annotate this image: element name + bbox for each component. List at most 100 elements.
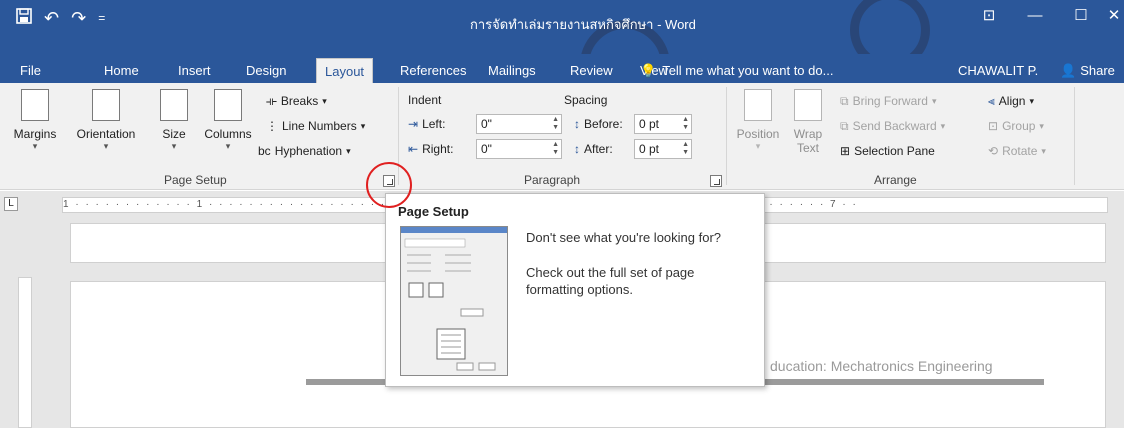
- tooltip-line-2: Check out the full set of page formattin…: [526, 265, 695, 297]
- selection-pane-button[interactable]: ⊞ Selection Pane: [840, 143, 935, 159]
- person-icon: 👤: [1060, 63, 1077, 78]
- indent-left-icon: ⇥: [408, 117, 419, 131]
- chevron-down-icon: ▾: [940, 121, 946, 131]
- save-icon[interactable]: [16, 6, 32, 30]
- share-button[interactable]: 👤 Share: [1060, 58, 1115, 83]
- tab-insert[interactable]: Insert: [170, 58, 219, 83]
- group-icon: ⊡: [988, 119, 999, 133]
- indent-left-input[interactable]: 0" ▲ ▼: [476, 114, 562, 134]
- arrange-group-label: Arrange: [874, 173, 917, 187]
- position-button[interactable]: Position ▾: [732, 89, 784, 152]
- bring-forward-button[interactable]: ⧉ Bring Forward ▾: [840, 93, 936, 109]
- maximize-icon[interactable]: ☐: [1058, 4, 1104, 28]
- columns-button[interactable]: Columns ▾: [198, 89, 258, 152]
- send-backward-label: Send Backward: [852, 119, 937, 133]
- indent-right-input[interactable]: 0" ▲ ▼: [476, 139, 562, 159]
- indent-left-label: ⇥ Left:: [408, 116, 445, 132]
- customize-qat-icon[interactable]: =: [98, 6, 105, 30]
- spacing-before-text: Before:: [584, 117, 623, 131]
- group-button[interactable]: ⊡ Group ▾: [988, 118, 1044, 134]
- columns-icon: [214, 89, 242, 121]
- orientation-label: Orientation: [76, 127, 136, 141]
- position-icon: [744, 89, 772, 121]
- tab-home[interactable]: Home: [96, 58, 147, 83]
- paragraph-dialog-launcher[interactable]: [710, 175, 722, 187]
- chevron-down-icon: ▾: [225, 141, 231, 151]
- spacing-label: Spacing: [564, 93, 608, 107]
- quick-access-toolbar: ↶ ↷ =: [16, 6, 105, 30]
- indent-right-label: ⇤ Right:: [408, 141, 453, 157]
- tab-review[interactable]: Review: [562, 58, 621, 83]
- bring-forward-label: Bring Forward: [852, 94, 928, 108]
- title-bar: ↶ ↷ = การจัดทำเล่มรายงานสหกิจศึกษา - Wor…: [0, 0, 1124, 110]
- spacing-after-label: ↕ After:: [574, 141, 613, 157]
- spacing-after-value: 0 pt: [639, 142, 660, 156]
- spacing-after-input[interactable]: 0 pt ▲ ▼: [634, 139, 692, 159]
- tooltip-line-1: Don't see what you're looking for?: [526, 230, 722, 245]
- spinner-arrows-icon[interactable]: ▲ ▼: [682, 116, 689, 132]
- size-label: Size: [162, 127, 186, 141]
- rotate-button[interactable]: ⟲ Rotate ▾: [988, 143, 1046, 159]
- window-controls: ⊡ — ☐ ✕: [966, 4, 1124, 28]
- indent-left-text: Left:: [422, 117, 446, 131]
- breaks-button[interactable]: ⟛ Breaks ▾: [266, 93, 327, 109]
- size-icon: [160, 89, 188, 121]
- size-button[interactable]: Size ▾: [152, 89, 196, 152]
- breaks-label: Breaks: [280, 94, 319, 108]
- minimize-icon[interactable]: —: [1012, 4, 1058, 28]
- indent-label: Indent: [408, 93, 442, 107]
- share-label: Share: [1080, 63, 1115, 78]
- hyphenation-button[interactable]: bc Hyphenation ▾: [258, 143, 351, 159]
- tell-me-box[interactable]: 💡 Tell me what you want to do...: [640, 58, 833, 83]
- breaks-icon: ⟛: [266, 94, 277, 108]
- chevron-down-icon: ▾: [32, 141, 38, 151]
- spacing-after-icon: ↕: [574, 142, 580, 156]
- orientation-icon: [92, 89, 120, 121]
- spacing-before-icon: ↕: [574, 117, 580, 131]
- spacing-before-input[interactable]: 0 pt ▲ ▼: [634, 114, 692, 134]
- chevron-down-icon: ▾: [360, 121, 366, 131]
- tab-file[interactable]: File: [12, 58, 49, 83]
- document-title: การจัดทำเล่มรายงานสหกิจศึกษา - Word: [470, 17, 696, 32]
- chevron-down-icon: ▾: [346, 146, 351, 156]
- page-setup-tooltip: Page Setup Don't see what you're looking…: [385, 193, 765, 387]
- undo-icon[interactable]: ↶: [44, 6, 59, 30]
- tab-design[interactable]: Design: [238, 58, 294, 83]
- document-footer-text: ducation: Mechatronics Engineering: [770, 358, 993, 374]
- tab-mailings[interactable]: Mailings: [480, 58, 544, 83]
- close-icon[interactable]: ✕: [1104, 4, 1124, 28]
- highlight-circle: [366, 162, 412, 208]
- spinner-arrows-icon[interactable]: ▲ ▼: [552, 116, 559, 132]
- chevron-down-icon: ▾: [931, 96, 937, 106]
- paragraph-group-label: Paragraph: [524, 173, 581, 187]
- ribbon-display-options-icon[interactable]: ⊡: [966, 4, 1012, 28]
- orientation-button[interactable]: Orientation ▾: [62, 89, 150, 152]
- spinner-arrows-icon[interactable]: ▲ ▼: [682, 141, 689, 157]
- spacing-before-label: ↕ Before:: [574, 116, 623, 132]
- lightbulb-icon: 💡: [640, 63, 657, 78]
- indent-left-value: 0": [481, 117, 492, 131]
- spinner-arrows-icon[interactable]: ▲ ▼: [552, 141, 559, 157]
- selection-pane-icon: ⊞: [840, 144, 851, 158]
- tab-selector[interactable]: L: [4, 197, 18, 211]
- columns-label: Columns: [204, 127, 252, 141]
- spacing-before-value: 0 pt: [639, 117, 660, 131]
- align-button[interactable]: ⫷ Align ▾: [988, 93, 1034, 109]
- tab-layout[interactable]: Layout: [316, 58, 374, 83]
- ribbon-tabs: File Home Insert Design Layout Reference…: [0, 54, 1124, 83]
- user-account[interactable]: CHAWALIT P.: [958, 58, 1038, 83]
- wrap-text-button[interactable]: Wrap Text: [786, 89, 830, 155]
- align-icon: ⫷: [988, 94, 995, 108]
- indent-right-value: 0": [481, 142, 492, 156]
- send-backward-button[interactable]: ⧉ Send Backward ▾: [840, 118, 945, 134]
- tab-references[interactable]: References: [392, 58, 474, 83]
- margins-button[interactable]: Margins ▾: [8, 89, 62, 152]
- line-numbers-button[interactable]: ⋮ Line Numbers ▾: [266, 118, 365, 134]
- vertical-ruler[interactable]: [18, 277, 32, 428]
- margins-label: Margins: [13, 127, 57, 141]
- redo-icon[interactable]: ↷: [71, 6, 86, 30]
- chevron-down-icon: ▾: [103, 141, 109, 151]
- tell-me-text: Tell me what you want to do...: [662, 63, 834, 78]
- selection-pane-label: Selection Pane: [854, 144, 935, 158]
- line-numbers-label: Line Numbers: [282, 119, 357, 133]
